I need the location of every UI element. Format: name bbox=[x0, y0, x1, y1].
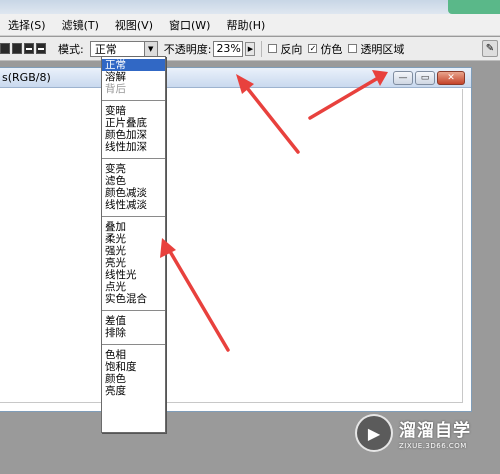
blend-mode-option[interactable]: 饱和度 bbox=[102, 361, 165, 373]
blend-mode-option[interactable]: 亮光 bbox=[102, 257, 165, 269]
maximize-icon[interactable]: ▭ bbox=[415, 71, 435, 85]
top-strip-badge bbox=[448, 0, 500, 14]
menu-separator bbox=[102, 158, 165, 159]
window-controls: — ▭ ✕ bbox=[391, 71, 465, 85]
blend-mode-option[interactable]: 柔光 bbox=[102, 233, 165, 245]
gradient-angle-icon[interactable] bbox=[24, 43, 34, 54]
menu-separator bbox=[102, 310, 165, 311]
options-bar: 模式: 正常 ▼ 不透明度: 23% ▶ 反向 ✓ 仿色 透明区域 ✎ bbox=[0, 37, 500, 61]
checkbox-unchecked-icon[interactable] bbox=[348, 44, 358, 53]
reverse-label: 反向 bbox=[280, 42, 303, 56]
blend-mode-option[interactable]: 变亮 bbox=[102, 163, 165, 175]
reverse-checkbox[interactable]: 反向 bbox=[268, 41, 302, 57]
blend-mode-option[interactable]: 差值 bbox=[102, 315, 165, 327]
gradient-linear-icon[interactable] bbox=[0, 43, 10, 54]
menu-separator bbox=[102, 344, 165, 345]
watermark-text: 溜溜自学 ZIXUE.3D66.COM bbox=[399, 416, 471, 450]
blend-mode-dropdown: 正常 溶解 背后 变暗 正片叠底 颜色加深 线性加深 变亮 滤色 颜色减淡 线性… bbox=[101, 56, 166, 433]
tool-preset-icon[interactable]: ✎ bbox=[482, 40, 498, 57]
top-strip bbox=[0, 0, 500, 14]
document-window: s(RGB/8) — ▭ ✕ bbox=[0, 67, 472, 412]
opacity-label: 不透明度: bbox=[163, 42, 212, 56]
watermark-title: 溜溜自学 bbox=[399, 421, 471, 441]
transparency-checkbox[interactable]: 透明区域 bbox=[348, 41, 404, 57]
document-canvas[interactable] bbox=[0, 89, 471, 411]
gradient-radial-icon[interactable] bbox=[12, 43, 22, 54]
blend-mode-option[interactable]: 线性加深 bbox=[102, 141, 165, 153]
blend-mode-option[interactable]: 排除 bbox=[102, 327, 165, 339]
blend-mode-option[interactable]: 变暗 bbox=[102, 105, 165, 117]
menu-view[interactable]: 视图(V) bbox=[115, 17, 153, 33]
menu-help[interactable]: 帮助(H) bbox=[226, 17, 265, 33]
blend-mode-option[interactable]: 正片叠底 bbox=[102, 117, 165, 129]
gradient-type-buttons bbox=[0, 43, 48, 54]
watermark-url: ZIXUE.3D66.COM bbox=[399, 442, 467, 450]
transparency-label: 透明区域 bbox=[360, 42, 405, 56]
blend-mode-option[interactable]: 颜色 bbox=[102, 373, 165, 385]
dither-label: 仿色 bbox=[320, 42, 343, 56]
opacity-slider-arrow-icon[interactable]: ▶ bbox=[245, 41, 256, 56]
mode-label: 模式: bbox=[58, 42, 84, 56]
menu-select[interactable]: 选择(S) bbox=[8, 17, 46, 33]
chevron-down-icon[interactable]: ▼ bbox=[143, 41, 157, 56]
blend-mode-option[interactable]: 滤色 bbox=[102, 175, 165, 187]
blend-mode-option[interactable]: 正常 bbox=[102, 59, 165, 71]
menu-window[interactable]: 窗口(W) bbox=[169, 17, 210, 33]
minimize-icon[interactable]: — bbox=[393, 71, 413, 85]
canvas-edge-right bbox=[462, 89, 463, 403]
menu-separator bbox=[102, 100, 165, 101]
document-title: s(RGB/8) bbox=[2, 71, 51, 84]
mode-select-value: 正常 bbox=[94, 42, 117, 56]
blend-mode-option[interactable]: 实色混合 bbox=[102, 293, 165, 305]
blend-mode-option[interactable]: 色相 bbox=[102, 349, 165, 361]
checkbox-checked-icon[interactable]: ✓ bbox=[308, 44, 318, 53]
gradient-reflected-icon[interactable] bbox=[36, 43, 46, 54]
blend-mode-option[interactable]: 强光 bbox=[102, 245, 165, 257]
checkbox-unchecked-icon[interactable] bbox=[268, 44, 278, 53]
menu-filter[interactable]: 滤镜(T) bbox=[62, 17, 99, 33]
close-icon[interactable]: ✕ bbox=[437, 71, 465, 85]
blend-mode-option[interactable]: 颜色减淡 bbox=[102, 187, 165, 199]
blend-mode-option[interactable]: 线性减淡 bbox=[102, 199, 165, 211]
blend-mode-option[interactable]: 叠加 bbox=[102, 221, 165, 233]
blend-mode-option[interactable]: 溶解 bbox=[102, 71, 165, 83]
blend-mode-option[interactable]: 点光 bbox=[102, 281, 165, 293]
play-logo-icon: ▶ bbox=[355, 414, 393, 452]
document-title-bar[interactable]: s(RGB/8) — ▭ ✕ bbox=[0, 68, 471, 88]
dither-checkbox[interactable]: ✓ 仿色 bbox=[308, 41, 342, 57]
blend-mode-option[interactable]: 颜色加深 bbox=[102, 129, 165, 141]
mode-select[interactable]: 正常 ▼ bbox=[89, 40, 158, 57]
menu-separator bbox=[102, 216, 165, 217]
separator bbox=[261, 40, 263, 57]
blend-mode-option[interactable]: 亮度 bbox=[102, 385, 165, 397]
blend-mode-option: 背后 bbox=[105, 83, 126, 95]
watermark: ▶ 溜溜自学 ZIXUE.3D66.COM bbox=[355, 408, 473, 458]
opacity-input[interactable]: 23% bbox=[213, 40, 244, 57]
menu-bar: 选择(S) 滤镜(T) 视图(V) 窗口(W) 帮助(H) bbox=[0, 14, 500, 36]
canvas-edge-bottom bbox=[0, 402, 463, 403]
blend-mode-option[interactable]: 线性光 bbox=[102, 269, 165, 281]
